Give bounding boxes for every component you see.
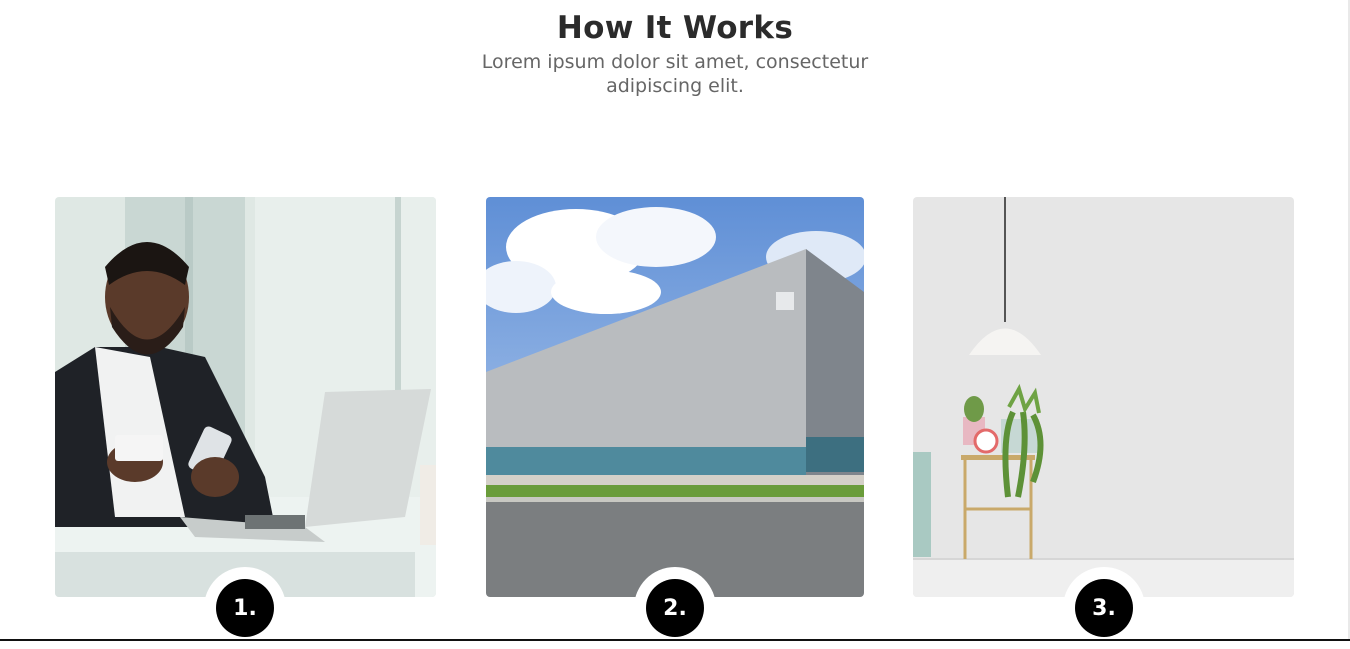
step-card-1[interactable] <box>55 197 436 597</box>
step-card-3[interactable] <box>913 197 1294 597</box>
step-number-3: 3. <box>1075 579 1133 637</box>
step-number-1: 1. <box>216 579 274 637</box>
step-badge-2: 2. <box>634 567 716 649</box>
section-title: How It Works <box>556 10 794 46</box>
step-2-image <box>486 197 864 597</box>
step-badge-1: 1. <box>204 567 286 649</box>
step-3-image <box>913 197 1294 597</box>
section-subtitle: Lorem ipsum dolor sit amet, consectetur … <box>481 51 869 97</box>
step-1-image <box>55 197 436 597</box>
step-card-2[interactable] <box>486 197 864 597</box>
step-badge-3: 3. <box>1063 567 1145 649</box>
step-number-2: 2. <box>646 579 704 637</box>
